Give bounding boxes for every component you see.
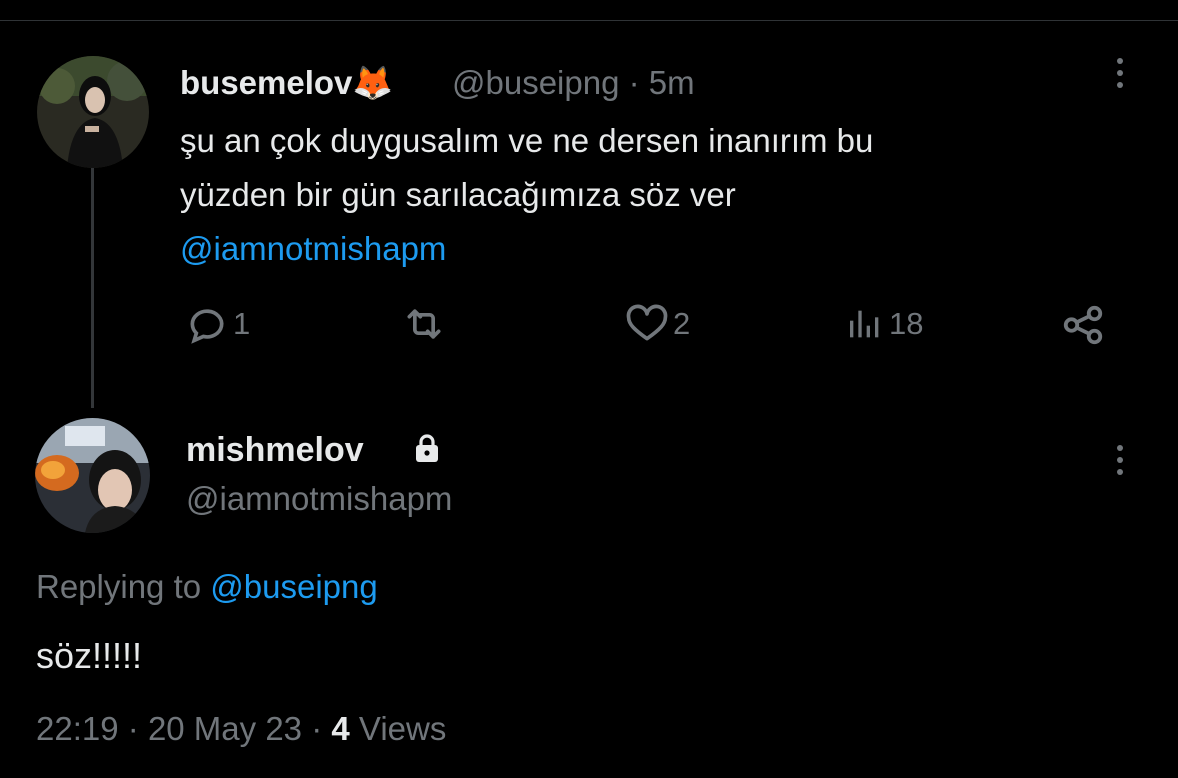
thread-connector-line [91,160,94,408]
reply-tweet-text: söz!!!!! [36,635,143,676]
tweet-meta: 22:19 · 20 May 23 · 4 Views [36,710,447,747]
tweet-actions-bar: 1 2 18 [185,302,1125,352]
reply-button[interactable]: 1 [185,302,250,346]
like-button[interactable]: 2 [625,302,690,346]
more-options-icon[interactable] [1117,445,1123,475]
avatar-buseipng[interactable] [37,56,149,168]
avatar-iamnotmishapm[interactable] [35,418,150,533]
lock-icon [416,434,438,462]
more-options-icon[interactable] [1117,58,1123,88]
fox-emoji: 🦊 [352,64,394,101]
reply-count: 1 [233,306,251,341]
reply-icon [190,309,224,344]
share-icon [1063,305,1103,345]
tweet-time[interactable]: 22:19 [36,710,119,747]
author-handle[interactable]: @buseipng [452,64,619,101]
analytics-icon [850,310,879,338]
views-button[interactable]: 18 [845,302,923,346]
tweet-time-ago[interactable]: 5m [649,64,695,101]
tweet-text: şu an çok duygusalım ve ne dersen inanır… [180,122,874,267]
reply-author-display-name[interactable]: mishmelov [186,428,364,472]
author-display-name[interactable]: busemelov🦊 [180,62,394,104]
views-count: 4 [331,710,350,747]
view-count: 18 [889,306,924,341]
share-button[interactable] [1060,302,1106,348]
replying-to-line: Replying to @buseipng [36,568,378,605]
heart-icon [626,304,668,341]
reply-author-handle[interactable]: @iamnotmishapm [186,478,452,520]
mention-link[interactable]: @iamnotmishapm [180,230,446,267]
like-count: 2 [673,306,691,341]
top-divider [0,20,1178,21]
views-label: Views [358,710,447,747]
replying-to-link[interactable]: @buseipng [210,568,377,605]
tweet-date[interactable]: 20 May 23 [148,710,302,747]
repost-icon [407,309,441,339]
author-handle-and-time: @buseipng · 5m [452,64,695,101]
repost-button[interactable] [400,302,452,346]
